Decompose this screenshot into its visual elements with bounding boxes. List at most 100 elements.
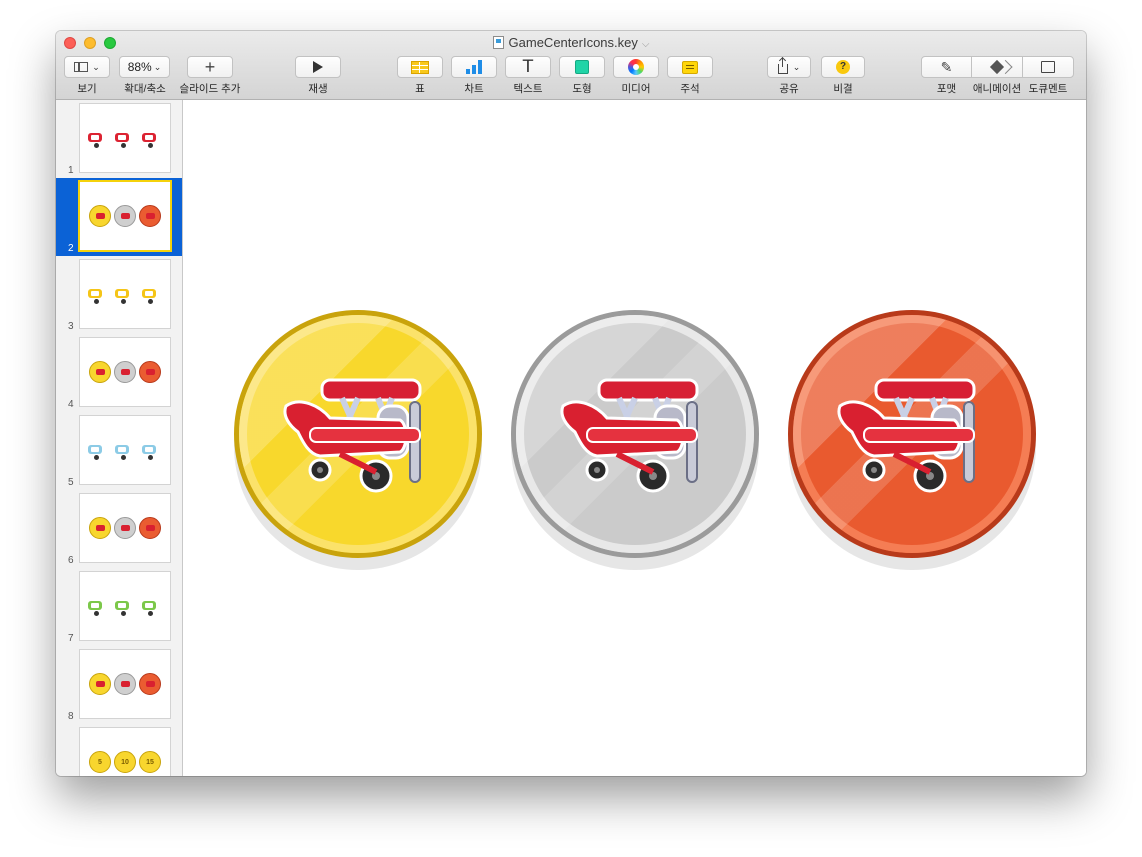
thumbnail-image bbox=[80, 182, 170, 250]
slide-thumbnail-3[interactable]: 3 bbox=[56, 256, 182, 334]
photos-flower-icon bbox=[628, 59, 644, 75]
yellow-plane-icon bbox=[86, 284, 110, 304]
animate-label: 애니메이션 bbox=[972, 83, 1022, 95]
blue-plane-icon bbox=[140, 440, 164, 460]
silver-medal-icon bbox=[114, 517, 136, 539]
media-button[interactable] bbox=[613, 56, 659, 78]
toolbar: GameCenterIcons.key ⌵ ⌄ 보기 88% ⌄ 확대/축소 + 슬… bbox=[56, 31, 1086, 100]
keynote-document-icon bbox=[492, 36, 504, 49]
slide-thumbnail-5[interactable]: 5 bbox=[56, 412, 182, 490]
share-label: 공유 bbox=[779, 83, 799, 95]
slide-number: 4 bbox=[68, 399, 74, 410]
gold-medal[interactable] bbox=[234, 310, 482, 570]
blue-plane-icon bbox=[86, 440, 110, 460]
slide-thumbnail-2[interactable]: 2 bbox=[56, 178, 182, 256]
shape-button[interactable] bbox=[559, 56, 605, 78]
tips-button[interactable]: ? bbox=[821, 56, 865, 78]
bronze-medal-icon bbox=[139, 205, 161, 227]
bronze-medal-icon bbox=[139, 361, 161, 383]
slide-thumbnail-8[interactable]: 8 bbox=[56, 646, 182, 724]
silver-medal-icon bbox=[114, 361, 136, 383]
slide-number: 2 bbox=[68, 243, 74, 254]
slide-thumbnail-7[interactable]: 7 bbox=[56, 568, 182, 646]
thumbnail-image bbox=[80, 104, 170, 172]
plus-icon: + bbox=[204, 57, 216, 77]
number-medal-icon: 15 bbox=[139, 751, 161, 773]
title-chevron-icon: ⌵ bbox=[641, 39, 650, 50]
slide-thumbnail-4[interactable]: 4 bbox=[56, 334, 182, 412]
slide-navigator[interactable]: 1 2 3 4 5 6 7 8 5 10 15 bbox=[56, 100, 183, 776]
silver-medal[interactable] bbox=[511, 310, 759, 570]
text-label: 텍스트 bbox=[513, 83, 543, 95]
chart-button[interactable] bbox=[451, 56, 497, 78]
document-title: GameCenterIcons.key bbox=[508, 35, 638, 50]
red-biplane-icon bbox=[557, 376, 717, 496]
bronze-medal-icon bbox=[139, 517, 161, 539]
chevron-down-icon: ⌄ bbox=[153, 61, 162, 72]
blue-plane-icon bbox=[113, 440, 137, 460]
keynote-window: GameCenterIcons.key ⌵ ⌄ 보기 88% ⌄ 확대/축소 + 슬… bbox=[56, 31, 1086, 776]
slide-number: 1 bbox=[68, 165, 74, 176]
table-label: 표 bbox=[415, 83, 425, 95]
sidebar-view-icon bbox=[74, 62, 89, 72]
comment-button[interactable] bbox=[667, 56, 713, 78]
bronze-medal[interactable] bbox=[788, 310, 1036, 570]
animate-button[interactable] bbox=[971, 56, 1023, 78]
slide-number: 8 bbox=[68, 711, 74, 722]
gold-medal-icon bbox=[89, 673, 111, 695]
play-icon bbox=[313, 61, 323, 73]
question-icon: ? bbox=[836, 60, 850, 74]
green-plane-icon bbox=[113, 596, 137, 616]
slide-number: 6 bbox=[68, 555, 74, 566]
green-plane-icon bbox=[86, 596, 110, 616]
slide-thumbnail-6[interactable]: 6 bbox=[56, 490, 182, 568]
thumbnail-image: 5 10 15 bbox=[80, 728, 170, 776]
slide-number: 7 bbox=[68, 633, 74, 644]
thumbnail-image bbox=[80, 494, 170, 562]
add-slide-label: 슬라이드 추가 bbox=[179, 83, 241, 95]
thumbnail-image bbox=[80, 260, 170, 328]
gold-medal-icon bbox=[89, 361, 111, 383]
text-icon: T bbox=[522, 57, 534, 77]
document-inspector-icon bbox=[1041, 61, 1055, 73]
red-plane-icon bbox=[140, 128, 164, 148]
red-plane-icon bbox=[113, 128, 137, 148]
text-button[interactable]: T bbox=[505, 56, 551, 78]
thumbnail-image bbox=[80, 572, 170, 640]
document-button[interactable] bbox=[1022, 56, 1074, 78]
table-button[interactable] bbox=[397, 56, 443, 78]
play-label: 재생 bbox=[308, 83, 328, 95]
add-slide-button[interactable]: + bbox=[187, 56, 233, 78]
zoom-label: 확대/축소 bbox=[124, 83, 166, 95]
play-button[interactable] bbox=[295, 56, 341, 78]
chevron-down-icon: ⌄ bbox=[792, 61, 801, 72]
table-icon bbox=[411, 60, 429, 74]
view-button[interactable]: ⌄ bbox=[64, 56, 110, 78]
silver-medal-icon bbox=[114, 673, 136, 695]
chart-icon bbox=[465, 60, 483, 74]
bronze-medal-icon bbox=[139, 673, 161, 695]
window-title[interactable]: GameCenterIcons.key ⌵ bbox=[56, 35, 1086, 50]
red-biplane-icon bbox=[834, 376, 994, 496]
slide-canvas[interactable] bbox=[183, 100, 1086, 776]
comment-label: 주석 bbox=[680, 83, 700, 95]
slide-thumbnail-1[interactable]: 1 bbox=[56, 100, 182, 178]
paintbrush-icon: ✎ bbox=[940, 59, 953, 75]
share-icon bbox=[777, 58, 788, 74]
shape-icon bbox=[575, 60, 589, 74]
yellow-plane-icon bbox=[113, 284, 137, 304]
shape-label: 도형 bbox=[572, 83, 592, 95]
tips-label: 비결 bbox=[833, 83, 853, 95]
yellow-plane-icon bbox=[140, 284, 164, 304]
slide-thumbnail-9[interactable]: 5 10 15 bbox=[56, 724, 182, 776]
number-medal-icon: 10 bbox=[114, 751, 136, 773]
red-biplane-icon bbox=[280, 376, 440, 496]
format-button[interactable]: ✎ bbox=[921, 56, 972, 78]
media-label: 미디어 bbox=[621, 83, 651, 95]
number-medal-icon: 5 bbox=[89, 751, 111, 773]
document-label: 도큐멘트 bbox=[1028, 83, 1068, 95]
zoom-select[interactable]: 88% ⌄ bbox=[119, 56, 170, 78]
slide-number: 3 bbox=[68, 321, 74, 332]
gold-medal-icon bbox=[89, 517, 111, 539]
share-button[interactable]: ⌄ bbox=[767, 56, 811, 78]
